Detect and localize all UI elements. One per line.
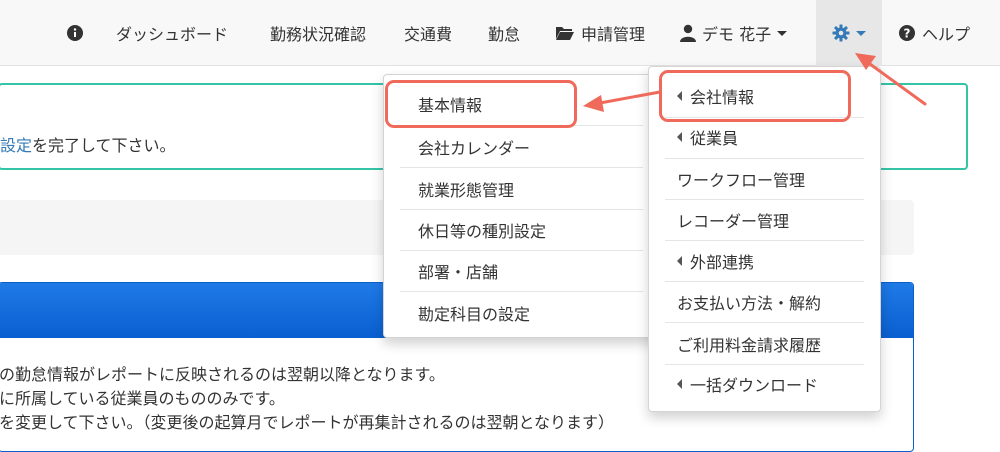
chevron-down-icon [856,30,866,36]
menu-item-integrations[interactable]: 外部連携 [649,240,880,281]
menu-item-bulk-download[interactable]: 一括ダウンロード [649,363,880,404]
menu-item-account-codes[interactable]: 勘定科目の設定 [384,292,659,333]
caret-left-icon [677,90,682,101]
settings-dropdown-menu: 会社情報 従業員 ワークフロー管理 レコーダー管理 外部連携 お支払い方法・解約… [648,66,881,412]
menu-item-billing-history[interactable]: ご利用料金請求履歴 [649,323,880,364]
menu-item-departments[interactable]: 部署・店舗 [384,250,659,291]
question-circle-icon: ? [898,24,916,42]
chevron-down-icon [777,30,788,36]
nav-help[interactable]: ? ヘルプ [898,0,970,66]
nav-dashboard[interactable]: ダッシュボード [116,0,228,66]
settings-menu-toggle[interactable] [816,0,882,66]
nav-request-management[interactable]: 申請管理 [555,0,645,66]
menu-item-workflow[interactable]: ワークフロー管理 [649,158,880,199]
user-menu-toggle[interactable]: デモ 花子 [680,0,788,66]
caret-left-icon [677,255,682,266]
nav-attendance[interactable]: 勤怠 [488,0,520,66]
menu-item-basic-info[interactable]: 基本情報 [384,83,659,124]
notice-line: の勤怠情報がレポートに反映されるのは翌朝以降となります。 [0,365,445,384]
menu-item-company-calendar[interactable]: 会社カレンダー [384,126,659,167]
nav-work-status[interactable]: 勤務状況確認 [270,0,366,66]
menu-item-employees[interactable]: 従業員 [649,116,880,157]
settings-link[interactable]: 設定 [0,136,32,155]
gear-icon [832,24,850,42]
menu-item-work-pattern[interactable]: 就業形態管理 [384,168,659,209]
folder-open-icon [555,25,575,41]
caret-left-icon [677,378,682,389]
notice-line: を変更して下さい。（変更後の起算月でレポートが再集計されるのは翌朝となります） [0,413,615,432]
caret-left-icon [677,131,682,142]
top-navbar: ダッシュボード 勤務状況確認 交通費 勤怠 申請管理 デモ 花子 ? ヘルプ [0,0,1000,66]
setup-alert-text: 設定を完了して下さい。 [0,136,176,155]
menu-item-company-info[interactable]: 会社情報 [649,75,880,116]
menu-item-payment[interactable]: お支払い方法・解約 [649,281,880,322]
info-icon [66,24,84,42]
menu-item-holiday-types[interactable]: 休日等の種別設定 [384,209,659,250]
svg-text:?: ? [904,27,911,41]
company-info-submenu: 基本情報 会社カレンダー 就業形態管理 休日等の種別設定 部署・店舗 勘定科目の… [383,74,660,338]
user-icon [680,24,696,42]
menu-item-recorder[interactable]: レコーダー管理 [649,199,880,240]
notice-line: に所属している従業員のもののみです。 [0,389,285,408]
info-nav-button[interactable] [66,0,90,66]
nav-transportation[interactable]: 交通費 [404,0,452,66]
